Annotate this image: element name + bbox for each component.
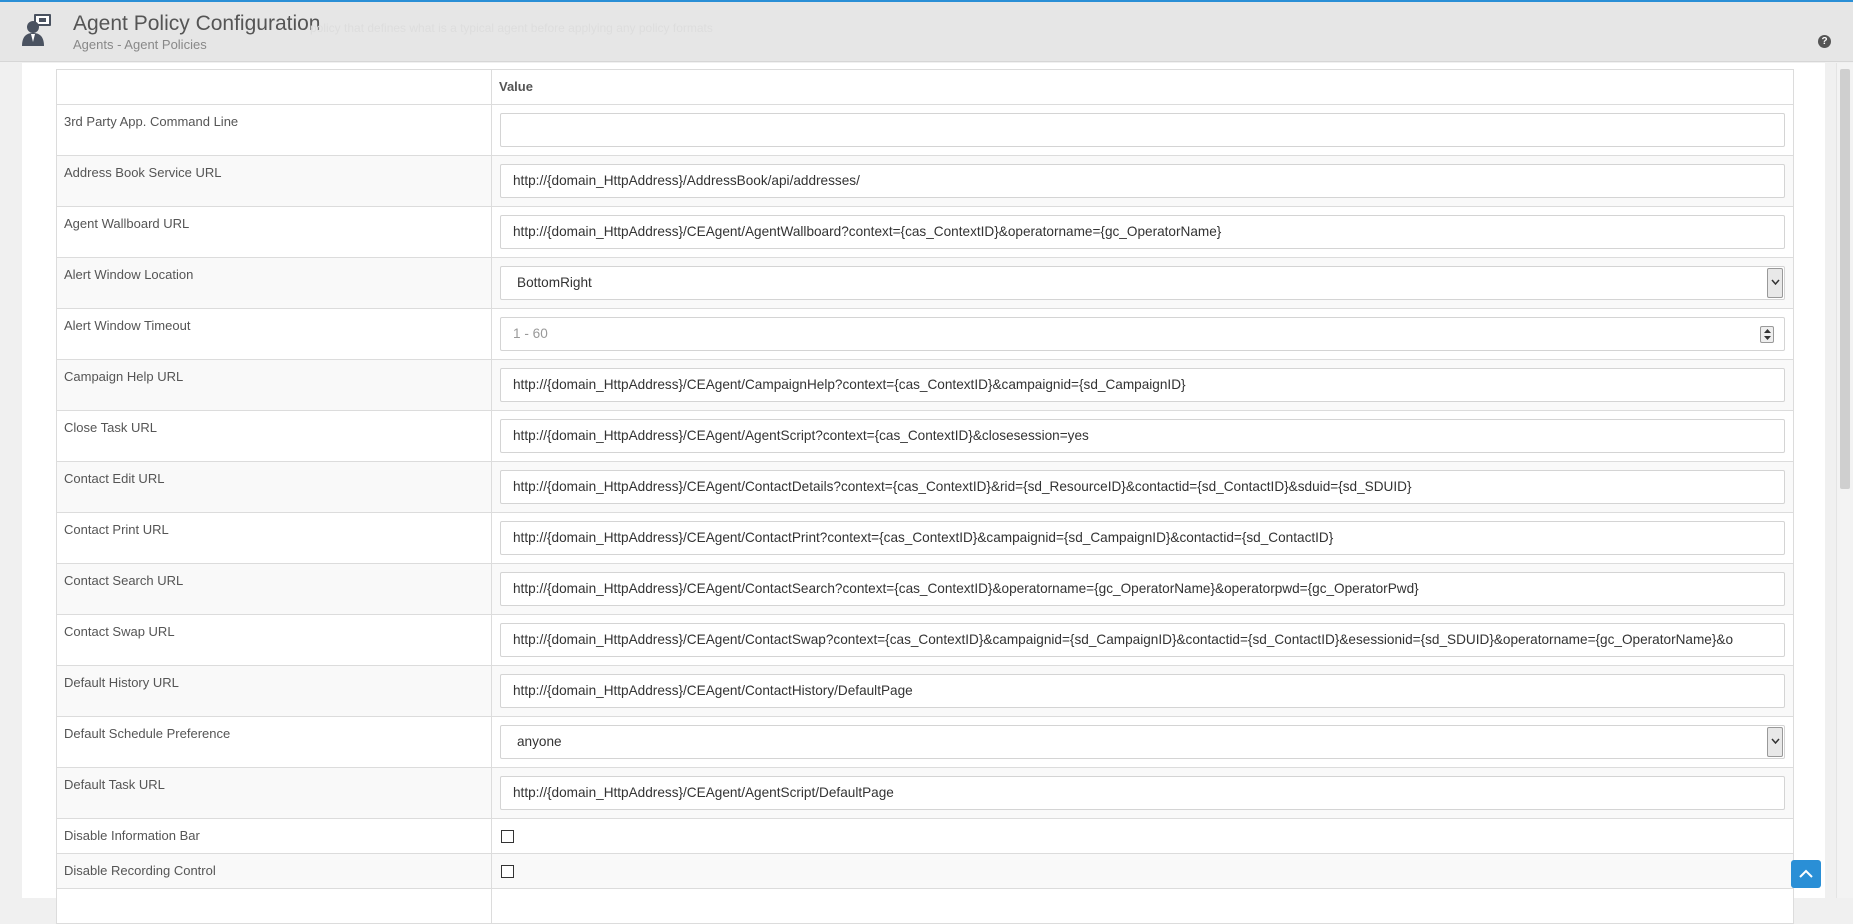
column-header-value: Value [491,69,1794,105]
contact-search-url-input[interactable]: http://{domain_HttpAddress}/CEAgent/Cont… [500,572,1785,606]
row-label: Close Task URL [56,410,492,462]
page-scrollbar[interactable] [1836,63,1853,898]
table-row: Contact Print URL http://{domain_HttpAdd… [56,512,1794,564]
row-label: Alert Window Timeout [56,308,492,360]
table-row: Disable Recording Control [56,853,1794,889]
spinner-icon[interactable] [1760,326,1774,343]
select-value: BottomRight [517,275,592,290]
table-row: Default History URL http://{domain_HttpA… [56,665,1794,717]
agent-monitor-icon [20,13,56,49]
row-label: Alert Window Location [56,257,492,309]
default-schedule-preference-select[interactable]: anyone [500,725,1785,759]
table-row: Campaign Help URL http://{domain_HttpAdd… [56,359,1794,411]
row-label: Campaign Help URL [56,359,492,411]
table-row: Alert Window Timeout 1 - 60 [56,308,1794,360]
row-label: Contact Swap URL [56,614,492,666]
policy-table: Value 3rd Party App. Command Line Addres… [56,69,1794,924]
chevron-up-icon [1799,869,1813,878]
close-task-url-input[interactable]: http://{domain_HttpAddress}/CEAgent/Agen… [500,419,1785,453]
table-row: Agent Wallboard URL http://{domain_HttpA… [56,206,1794,258]
input-placeholder: 1 - 60 [513,326,548,341]
disable-information-bar-checkbox[interactable] [501,830,514,843]
row-label: Contact Print URL [56,512,492,564]
table-row: Default Task URL http://{domain_HttpAddr… [56,767,1794,819]
table-row: Contact Edit URL http://{domain_HttpAddr… [56,461,1794,513]
row-label: Agent Wallboard URL [56,206,492,258]
chevron-down-icon[interactable] [1767,727,1783,757]
breadcrumb[interactable]: Agents - Agent Policies [73,37,207,52]
contact-print-url-input[interactable]: http://{domain_HttpAddress}/CEAgent/Cont… [500,521,1785,555]
table-row: Alert Window Location BottomRight [56,257,1794,309]
disable-recording-control-checkbox[interactable] [501,865,514,878]
page-header: Agent Policy Configuration Agents - Agen… [0,2,1853,62]
scrollbar-thumb[interactable] [1840,69,1850,489]
header-watermark-text: policy that defines what is a typical ag… [310,21,713,35]
page-title: Agent Policy Configuration [73,12,321,35]
default-task-url-input[interactable]: http://{domain_HttpAddress}/CEAgent/Agen… [500,776,1785,810]
alert-window-location-select[interactable]: BottomRight [500,266,1785,300]
campaign-help-url-input[interactable]: http://{domain_HttpAddress}/CEAgent/Camp… [500,368,1785,402]
table-row: Default Schedule Preference anyone [56,716,1794,768]
contact-edit-url-input[interactable]: http://{domain_HttpAddress}/CEAgent/Cont… [500,470,1785,504]
row-value [491,888,1794,924]
table-row: Contact Search URL http://{domain_HttpAd… [56,563,1794,615]
row-label [56,888,492,924]
address-book-url-input[interactable]: http://{domain_HttpAddress}/AddressBook/… [500,164,1785,198]
row-label: Default Schedule Preference [56,716,492,768]
row-label: Contact Search URL [56,563,492,615]
row-label: Disable Information Bar [56,818,492,854]
row-label: 3rd Party App. Command Line [56,104,492,156]
contact-swap-url-input[interactable]: http://{domain_HttpAddress}/CEAgent/Cont… [500,623,1785,657]
third-party-command-input[interactable] [500,113,1785,147]
agent-wallboard-url-input[interactable]: http://{domain_HttpAddress}/CEAgent/Agen… [500,215,1785,249]
table-row [56,888,1794,924]
select-value: anyone [517,734,562,749]
scroll-to-top-button[interactable] [1791,860,1821,888]
table-row: Disable Information Bar [56,818,1794,854]
row-label: Default Task URL [56,767,492,819]
table-row: Contact Swap URL http://{domain_HttpAddr… [56,614,1794,666]
chevron-down-icon[interactable] [1767,268,1783,298]
row-label: Default History URL [56,665,492,717]
table-row: 3rd Party App. Command Line [56,104,1794,156]
alert-window-timeout-input[interactable]: 1 - 60 [500,317,1785,351]
default-history-url-input[interactable]: http://{domain_HttpAddress}/CEAgent/Cont… [500,674,1785,708]
column-header-name [56,69,492,105]
table-row: Close Task URL http://{domain_HttpAddres… [56,410,1794,462]
table-row: Address Book Service URL http://{domain_… [56,155,1794,207]
row-label: Contact Edit URL [56,461,492,513]
help-icon[interactable]: ? [1818,35,1831,48]
row-label: Disable Recording Control [56,853,492,889]
row-label: Address Book Service URL [56,155,492,207]
